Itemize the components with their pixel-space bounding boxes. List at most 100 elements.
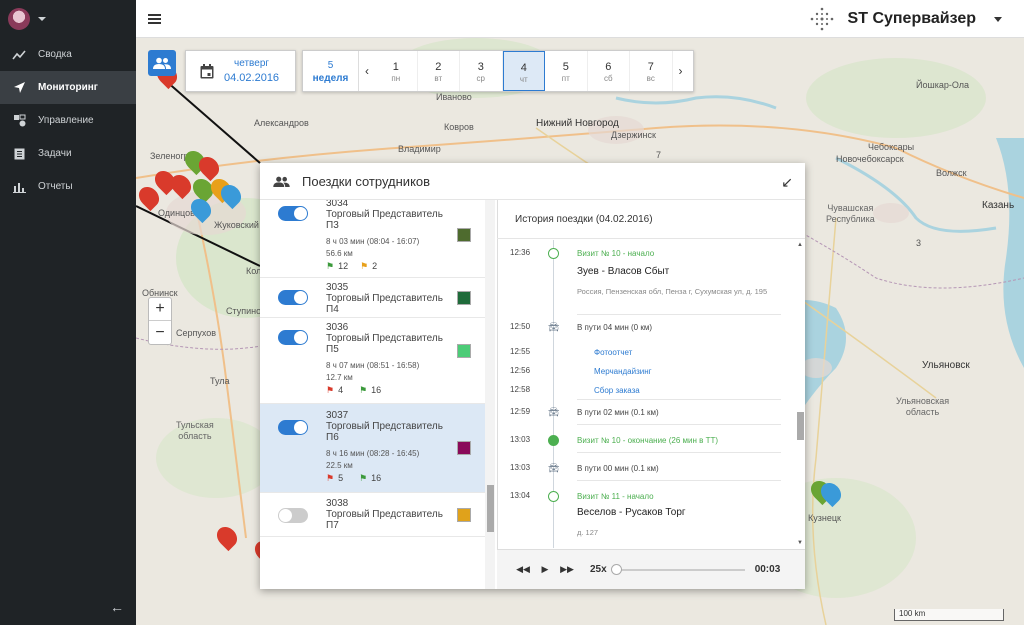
day-name: ср: [476, 74, 485, 83]
separator: [577, 480, 781, 481]
scroll-down-icon[interactable]: ▼: [797, 540, 803, 546]
day-number: 6: [605, 61, 612, 73]
minimize-icon[interactable]: ↙: [781, 174, 793, 191]
employee-role: Торговый Представитель П5: [326, 333, 443, 355]
history-scrollbar[interactable]: ▲ ▼: [795, 240, 805, 548]
color-swatch[interactable]: [457, 291, 471, 305]
collapse-sidebar-icon[interactable]: ←: [110, 599, 124, 615]
fast-forward-button[interactable]: ▶▶: [558, 561, 576, 579]
event-text: Визит № 10 - окончание (26 мин в ТТ): [577, 436, 719, 445]
outlet-address: Россия, Пензенская обл, Пенза г, Сухумск…: [577, 287, 768, 296]
rewind-button[interactable]: ◀◀: [514, 561, 532, 579]
management-icon: [12, 114, 26, 128]
employee-item[interactable]: 3034 Торговый Представитель П3 8 ч 03 ми…: [260, 200, 495, 278]
flag-count: 12: [338, 261, 349, 271]
chevron-down-icon[interactable]: [994, 16, 1002, 22]
sidebar-item-monitoring[interactable]: Мониторинг: [0, 71, 136, 104]
flag-icon: ⚑: [359, 385, 368, 395]
bar-chart-icon: [12, 180, 26, 194]
avatar[interactable]: [8, 8, 30, 30]
flag-icon: ⚑: [326, 473, 335, 483]
sidebar-item-label: Отчеты: [38, 181, 73, 192]
map-label: Иваново: [436, 92, 472, 102]
event-text: Визит № 10 - начало: [577, 249, 655, 258]
date-picker[interactable]: четверг 04.02.2016: [185, 50, 296, 92]
day-mon[interactable]: 1 пн: [375, 51, 418, 91]
employee-toggle[interactable]: [278, 330, 308, 345]
day-fri[interactable]: 5 пт: [545, 51, 588, 91]
employee-toggle[interactable]: [278, 206, 308, 221]
color-swatch[interactable]: [457, 441, 471, 455]
playback-slider[interactable]: [610, 563, 745, 575]
sidebar: Сводка Мониторинг Управление Задачи Отче…: [0, 0, 136, 625]
color-swatch[interactable]: [457, 344, 471, 358]
outlet-name[interactable]: Зуев - Власов Сбыт: [577, 266, 669, 277]
chevron-down-icon[interactable]: [38, 17, 46, 21]
event-time: 12:59: [510, 407, 531, 416]
scroll-up-icon[interactable]: ▲: [797, 242, 803, 248]
day-tue[interactable]: 2 вт: [418, 51, 460, 91]
day-name: вс: [646, 74, 655, 83]
people-icon: [153, 57, 171, 69]
outlet-name[interactable]: Веселов - Русаков Торг: [577, 507, 686, 518]
day-number: 2: [435, 61, 442, 73]
employee-code: 3037: [326, 410, 349, 421]
employee-item[interactable]: 3038 Торговый Представитель П7: [260, 493, 495, 537]
employee-role: Торговый Представитель П3: [326, 209, 443, 231]
employees-button[interactable]: [148, 50, 176, 76]
map-label: Серпухов: [176, 328, 217, 338]
day-thu[interactable]: 4 чт: [502, 51, 545, 91]
event-time: 12:36: [510, 248, 531, 257]
day-sat[interactable]: 6 сб: [588, 51, 630, 91]
color-swatch[interactable]: [457, 508, 471, 522]
prev-week-button[interactable]: ‹: [359, 51, 375, 91]
employee-code: 3034: [326, 200, 349, 209]
history-title: История поездки (04.02.2016): [497, 200, 805, 239]
map-label: Казань: [982, 200, 1015, 211]
employee-item-selected[interactable]: 3037 Торговый Представитель П6 8 ч 16 ми…: [260, 404, 495, 493]
play-button[interactable]: ▶: [536, 561, 554, 579]
employee-item[interactable]: 3035 Торговый Представитель П4: [260, 278, 495, 318]
zoom-out-button[interactable]: −: [149, 321, 171, 344]
brand[interactable]: ST Супервайзер: [810, 0, 1002, 38]
zoom-in-button[interactable]: +: [149, 298, 171, 321]
day-name: вт: [434, 74, 443, 83]
employee-item[interactable]: 3036 Торговый Представитель П5 8 ч 07 ми…: [260, 318, 495, 404]
chevron-right-icon: ›: [678, 64, 683, 78]
day-wed[interactable]: 3 ср: [460, 51, 503, 91]
flag-count: 2: [372, 261, 378, 271]
sidebar-item-management[interactable]: Управление: [0, 104, 136, 137]
task-link[interactable]: Сбор заказа: [594, 386, 640, 395]
event-time: 12:50: [510, 322, 531, 331]
sidebar-item-summary[interactable]: Сводка: [0, 38, 136, 71]
task-link[interactable]: Мерчандайзинг: [594, 367, 652, 376]
day-sun[interactable]: 7 вс: [630, 51, 673, 91]
event-text: В пути 02 мин (0.1 км): [577, 408, 659, 417]
week-number[interactable]: 5 неделя: [303, 51, 359, 91]
fast-forward-icon: ▶▶: [560, 564, 574, 574]
map-label: Тульская область: [176, 420, 214, 441]
slider-knob[interactable]: [610, 563, 622, 575]
day-number: 3: [477, 61, 484, 73]
brand-name: ST Супервайзер: [847, 10, 976, 27]
employee-toggle[interactable]: [278, 508, 308, 523]
employee-toggle[interactable]: [278, 290, 308, 305]
map-label: Чебоксары: [868, 142, 915, 152]
zoom-control: + −: [148, 297, 172, 345]
next-week-button[interactable]: ›: [673, 51, 689, 91]
map-label: Ступино: [226, 306, 262, 316]
employee-list-scrollbar[interactable]: [485, 200, 495, 589]
color-swatch[interactable]: [457, 228, 471, 242]
hamburger-menu-icon[interactable]: [148, 12, 161, 26]
separator: [577, 399, 781, 400]
task-link[interactable]: Фотоотчет: [594, 348, 632, 357]
scroll-thumb[interactable]: [797, 412, 804, 440]
top-bar: ST Супервайзер: [136, 0, 1024, 38]
sidebar-item-reports[interactable]: Отчеты: [0, 170, 136, 203]
sidebar-item-tasks[interactable]: Задачи: [0, 137, 136, 170]
playback-speed[interactable]: 25x: [590, 564, 607, 575]
employee-toggle[interactable]: [278, 420, 308, 435]
event-time: 13:04: [510, 491, 531, 500]
visit-end-marker: [548, 435, 559, 446]
user-menu[interactable]: [0, 0, 136, 38]
